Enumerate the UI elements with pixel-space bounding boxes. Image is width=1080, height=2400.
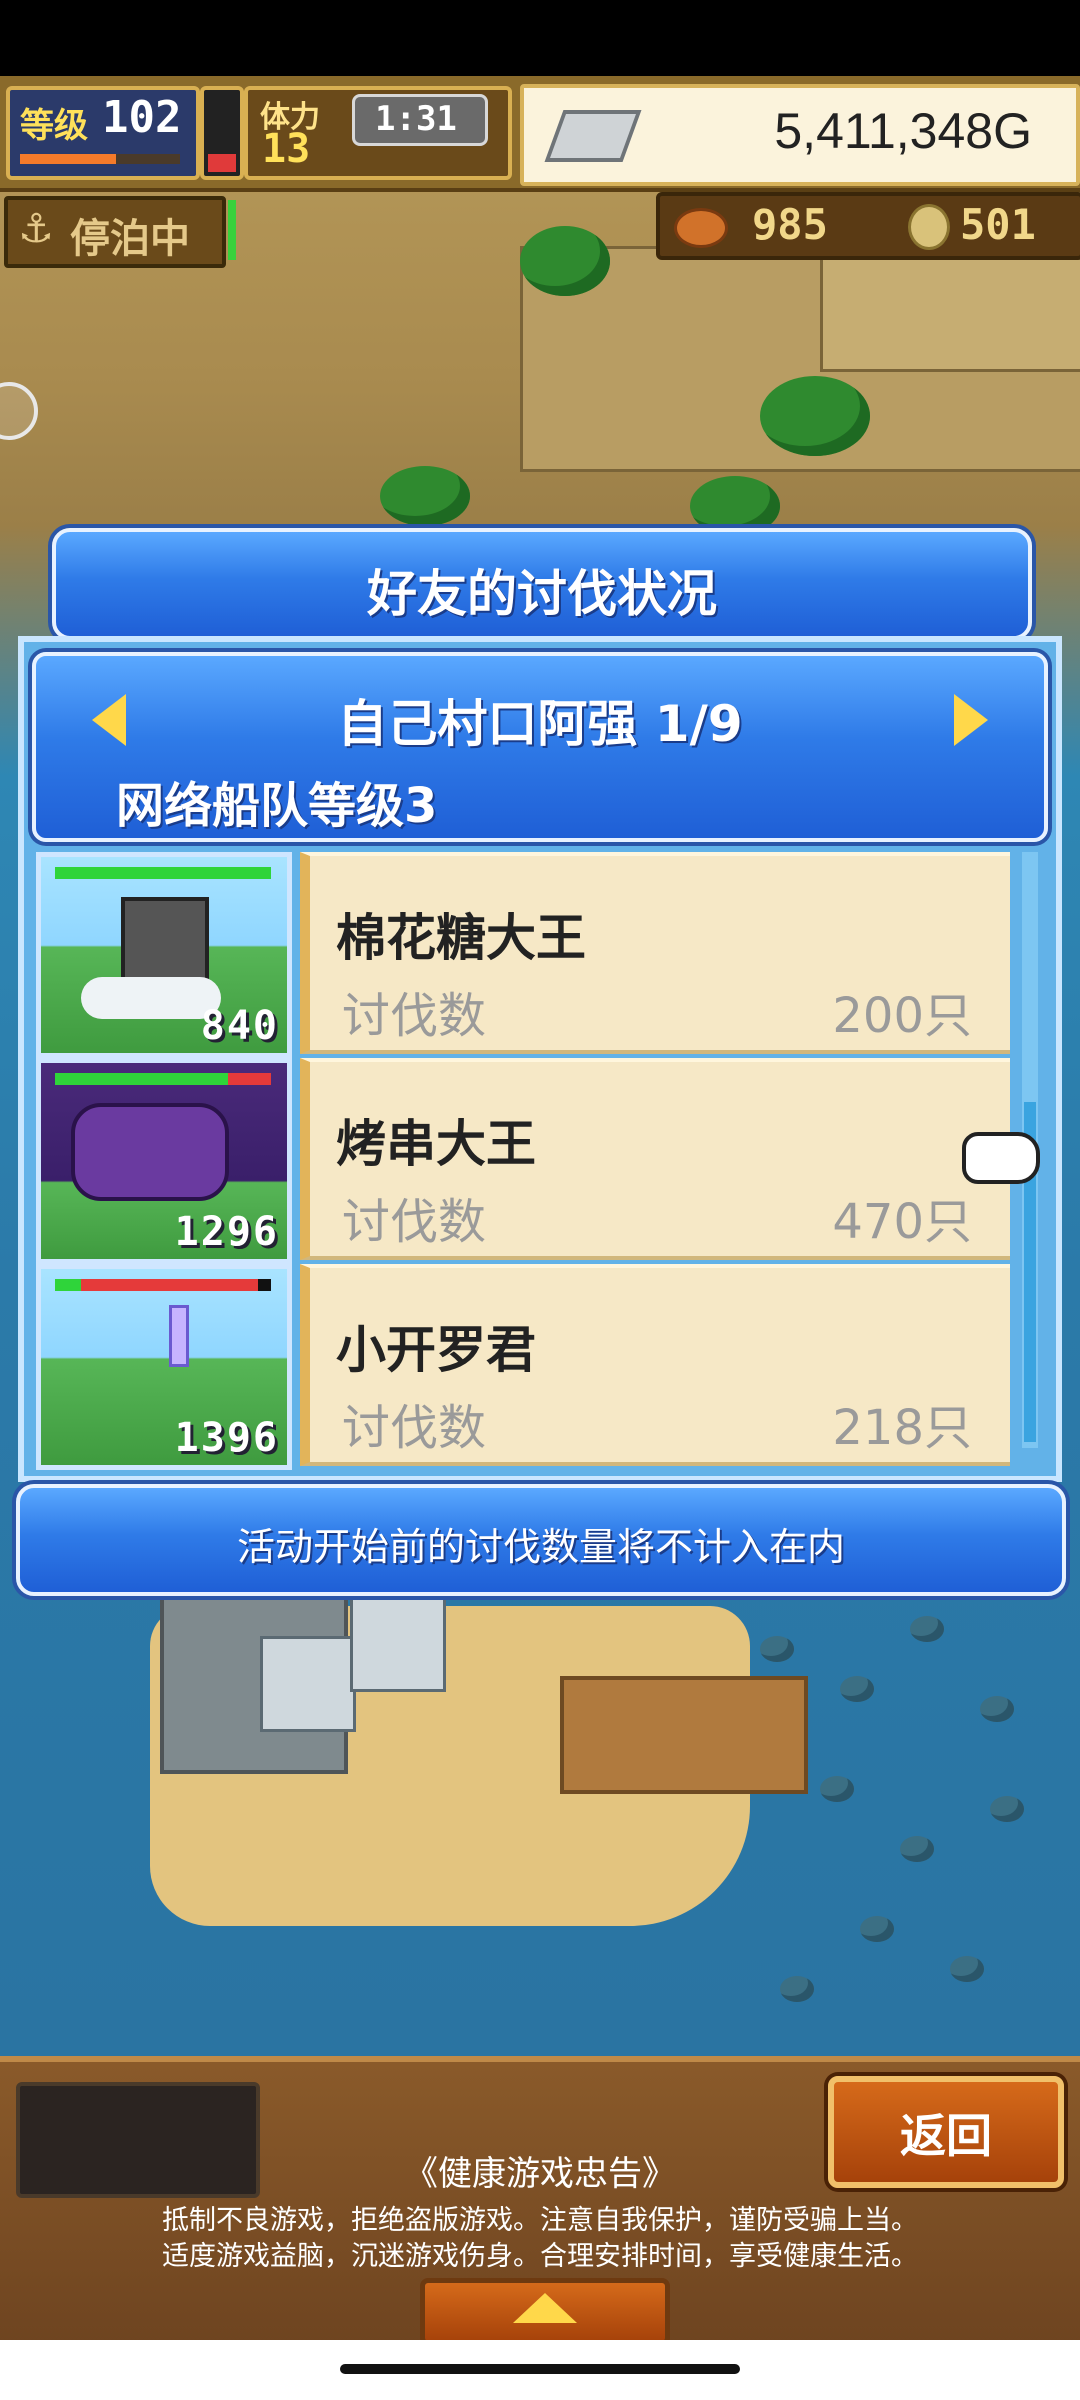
- footer-panel: 返回 《健康游戏忠告》 抵制不良游戏，拒绝盗版游戏。注意自我保护，谨防受骗上当。…: [0, 2056, 1080, 2346]
- health-line-1: 抵制不良游戏，拒绝盗版游戏。注意自我保护，谨防受骗上当。: [162, 2205, 918, 2236]
- boss-name: 烤串大王: [336, 1115, 536, 1173]
- gold-amount: 5,411,348G: [774, 103, 1032, 159]
- pointer-hand-icon: [962, 1132, 1040, 1184]
- stamina-value: 13: [262, 126, 311, 172]
- coin-icon: [908, 204, 950, 250]
- anchor-icon: ⚓: [18, 206, 54, 252]
- fleet-level: 网络船队等级3: [116, 778, 438, 834]
- anchored-status: ⚓ 停泊中: [4, 196, 236, 268]
- level-box: 等级 102: [6, 86, 200, 180]
- up-arrow-icon: [513, 2293, 577, 2323]
- food-icon: [674, 208, 728, 248]
- coin-count: 501: [960, 200, 1036, 249]
- defeat-count: 470只: [832, 1194, 972, 1250]
- defeat-label: 讨伐数: [342, 988, 487, 1044]
- dialog-title: 好友的讨伐状况: [367, 565, 717, 623]
- food-count: 985: [752, 200, 828, 249]
- note-bar: 活动开始前的讨伐数量将不计入在内: [16, 1484, 1066, 1596]
- dialog-title-bar: 好友的讨伐状况: [52, 528, 1032, 640]
- friend-name-page: 自己村口阿强 1/9: [337, 695, 743, 753]
- stamina-gauge: [200, 86, 244, 180]
- friend-header: 自己村口阿强 1/9 网络船队等级3: [32, 652, 1048, 842]
- defeat-label: 讨伐数: [342, 1194, 487, 1250]
- defeat-count: 218只: [832, 1400, 972, 1456]
- boss-name: 小开罗君: [336, 1321, 536, 1379]
- thumb-number: 1296: [174, 1209, 279, 1255]
- resources-box: 985 501: [656, 192, 1080, 260]
- thumb-number: 840: [200, 1003, 279, 1049]
- defeat-count: 200只: [832, 988, 972, 1044]
- note-text: 活动开始前的讨伐数量将不计入在内: [236, 1525, 845, 1569]
- caped-sprite-icon: [71, 1103, 229, 1201]
- silver-ingot-icon: [544, 110, 642, 162]
- boss-thumbnail[interactable]: 1396: [36, 1264, 292, 1470]
- boss-name: 棉花糖大王: [336, 909, 586, 967]
- defeat-label: 讨伐数: [342, 1400, 487, 1456]
- boss-thumbnail[interactable]: 840: [36, 852, 292, 1058]
- system-nav-bar: [0, 2340, 1080, 2400]
- exp-bar: [20, 154, 116, 164]
- level-value: 102: [102, 92, 182, 143]
- boss-thumbnail[interactable]: 1296: [36, 1058, 292, 1264]
- anchored-label: 停泊中: [70, 216, 190, 262]
- expand-button[interactable]: [420, 2278, 670, 2346]
- knight-sprite-icon: [121, 897, 209, 985]
- home-indicator[interactable]: [340, 2364, 740, 2374]
- marker-icon: [169, 1305, 189, 1367]
- health-line-2: 适度游戏益脑，沉迷游戏伤身。合理安排时间，享受健康生活。: [162, 2241, 918, 2272]
- stamina-box: 体力 13 1:31: [244, 86, 512, 180]
- health-title: 《健康游戏忠告》: [404, 2154, 676, 2194]
- thumb-number: 1396: [174, 1415, 279, 1461]
- gold-box: 5,411,348G: [520, 84, 1080, 186]
- timer: 1:31: [375, 99, 457, 139]
- level-label: 等级: [20, 106, 88, 146]
